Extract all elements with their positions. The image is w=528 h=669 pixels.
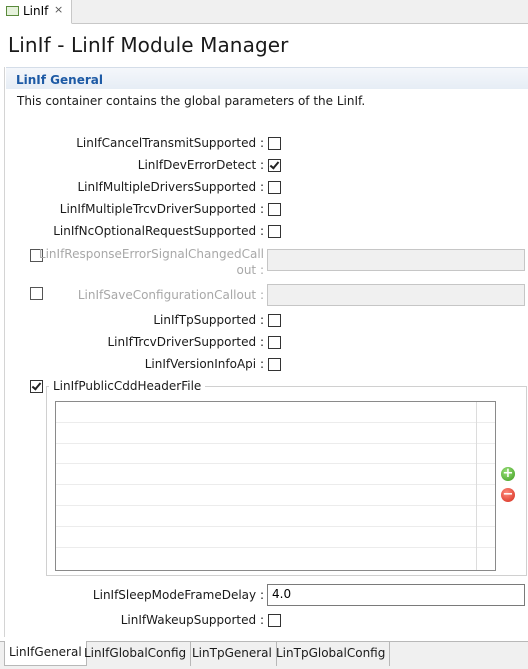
trcv-driver-checkbox[interactable] [268,336,281,349]
editor-tab-strip: LinIf × [0,0,528,24]
multiple-trcv-label: LinIfMultipleTrcvDriverSupported : [59,202,264,216]
page-title: LinIf - LinIf Module Manager [8,33,289,57]
nc-optional-label: LinIfNcOptionalRequestSupported : [53,224,264,238]
close-icon[interactable]: × [54,3,63,16]
editor-tab-linif[interactable]: LinIf × [0,0,72,24]
save-config-enable-checkbox[interactable] [30,287,43,300]
list-item[interactable] [56,506,495,527]
sleep-mode-delay-label: LinIfSleepModeFrameDelay : [92,588,264,602]
list-item[interactable] [56,464,495,486]
list-column-divider [476,402,477,570]
cancel-transmit-checkbox[interactable] [268,137,281,150]
nc-optional-checkbox[interactable] [268,225,281,238]
list-item[interactable] [56,423,495,444]
response-error-field[interactable] [267,249,525,271]
bottom-tab-bar: LinIfGeneral LinIfGlobalConfig LinTpGene… [0,641,528,669]
list-item[interactable] [56,402,495,423]
section-title: LinIf General [16,73,103,87]
public-cdd-label: LinIfPublicCddHeaderFile [49,379,206,393]
multiple-drivers-label: LinIfMultipleDriversSupported : [77,180,264,194]
add-icon[interactable]: + [501,467,515,481]
version-info-checkbox[interactable] [268,358,281,371]
public-cdd-enable-checkbox[interactable] [30,380,43,393]
tab-lintp-general[interactable]: LinTpGeneral [188,642,277,666]
wakeup-label: LinIfWakeupSupported : [120,613,264,627]
sleep-mode-delay-field[interactable]: 4.0 [267,584,525,606]
public-cdd-group: LinIfPublicCddHeaderFile + − [46,379,527,576]
list-item[interactable] [56,548,495,569]
editor-tab-label: LinIf [23,4,49,18]
version-info-label: LinIfVersionInfoApi : [144,357,264,371]
tab-linif-global-config[interactable]: LinIfGlobalConfig [80,642,192,666]
dev-error-detect-label: LinIfDevErrorDetect : [137,158,264,172]
list-item[interactable] [56,485,495,506]
multiple-drivers-checkbox[interactable] [268,181,281,194]
remove-icon[interactable]: − [501,488,515,502]
response-error-label-line2: out : [236,263,264,277]
cancel-transmit-label: LinIfCancelTransmitSupported : [76,136,264,150]
wakeup-checkbox[interactable] [268,614,281,627]
checkmark-icon [31,380,42,391]
section-header[interactable]: LinIf General [6,67,528,89]
tp-supported-checkbox[interactable] [268,314,281,327]
checkmark-icon [269,159,280,170]
tp-supported-label: LinIfTpSupported : [153,313,264,327]
public-cdd-list[interactable] [55,401,496,571]
multiple-trcv-checkbox[interactable] [268,203,281,216]
response-error-label-line1: LinIfResponseErrorSignalChangedCall [38,247,264,261]
section-description: This container contains the global param… [17,94,366,108]
save-config-label: LinIfSaveConfigurationCallout : [77,288,264,302]
module-icon [6,6,19,16]
tab-lintp-global-config[interactable]: LinTpGlobalConfig [272,642,391,666]
list-item[interactable] [56,527,495,548]
trcv-driver-label: LinIfTrcvDriverSupported : [107,335,264,349]
list-item[interactable] [56,444,495,465]
dev-error-detect-checkbox[interactable] [268,159,281,172]
save-config-field[interactable] [267,284,525,306]
tab-linif-general[interactable]: LinIfGeneral [4,641,87,666]
